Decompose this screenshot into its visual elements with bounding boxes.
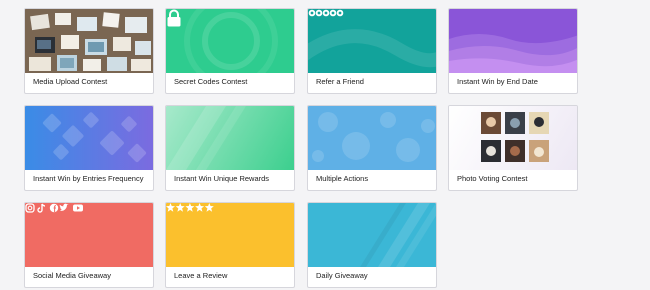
multiple-actions-thumbnail	[308, 106, 436, 170]
card-refer-a-friend[interactable]: Refer a Friend	[307, 8, 437, 94]
card-media-upload-contest[interactable]: Media Upload Contest	[24, 8, 154, 94]
card-leave-a-review[interactable]: Leave a Review	[165, 202, 295, 288]
card-label: Photo Voting Contest	[457, 174, 528, 183]
social-share-icon-row	[308, 9, 344, 17]
star-icon	[195, 203, 205, 212]
star-icon	[175, 203, 185, 212]
decorative-stripes	[166, 106, 246, 170]
refer-friend-thumbnail	[308, 9, 436, 73]
card-label: Secret Codes Contest	[174, 77, 248, 86]
card-photo-voting-contest[interactable]: Photo Voting Contest	[448, 105, 578, 191]
social-share-icons	[308, 9, 436, 73]
unique-rewards-thumbnail	[166, 106, 294, 170]
media-upload-thumbnail	[25, 9, 153, 73]
photos-on-table-image	[25, 9, 153, 73]
card-daily-giveaway[interactable]: Daily Giveaway	[307, 202, 437, 288]
card-secret-codes-contest[interactable]: Secret Codes Contest	[165, 8, 295, 94]
card-label: Daily Giveaway	[316, 271, 368, 280]
card-multiple-actions[interactable]: Multiple Actions	[307, 105, 437, 191]
social-icons-row	[25, 203, 83, 213]
social-media-icons	[25, 203, 153, 267]
decorative-diagonal-stripes	[360, 203, 436, 267]
decorative-bokeh	[312, 112, 435, 162]
card-label: Instant Win by End Date	[457, 77, 538, 86]
card-label: Leave a Review	[174, 271, 228, 280]
photo-grid-image	[481, 112, 549, 162]
five-star-rating	[166, 203, 214, 212]
card-social-media-giveaway[interactable]: Social Media Giveaway	[24, 202, 154, 288]
star-icon	[166, 203, 175, 212]
photo-voting-thumbnail	[449, 106, 577, 170]
star-icon	[185, 203, 195, 212]
decorative-waves	[449, 34, 577, 73]
card-label: Instant Win by Entries Frequency	[33, 174, 144, 183]
social-media-thumbnail	[25, 203, 153, 267]
card-label: Multiple Actions	[316, 174, 369, 183]
instagram-icon	[25, 203, 35, 213]
twitter-icon	[59, 203, 69, 211]
card-label: Social Media Giveaway	[33, 271, 111, 280]
contest-template-grid: Media Upload Contest Secret Codes Contes…	[0, 0, 650, 290]
card-label: Instant Win Unique Rewards	[174, 174, 270, 183]
entries-frequency-thumbnail	[25, 106, 153, 170]
secret-codes-thumbnail	[166, 9, 294, 73]
card-instant-win-entries-frequency[interactable]: Instant Win by Entries Frequency	[24, 105, 154, 191]
lock-icon	[167, 9, 181, 27]
tiktok-icon	[37, 203, 46, 213]
leave-review-thumbnail	[166, 203, 294, 267]
daily-giveaway-thumbnail	[308, 203, 436, 267]
end-date-thumbnail	[449, 9, 577, 73]
decorative-diamonds	[42, 112, 147, 163]
card-label: Media Upload Contest	[33, 77, 108, 86]
card-label: Refer a Friend	[316, 77, 364, 86]
review-stars	[166, 203, 294, 267]
card-instant-win-end-date[interactable]: Instant Win by End Date	[448, 8, 578, 94]
star-icon	[204, 203, 214, 212]
card-instant-win-unique-rewards[interactable]: Instant Win Unique Rewards	[165, 105, 295, 191]
